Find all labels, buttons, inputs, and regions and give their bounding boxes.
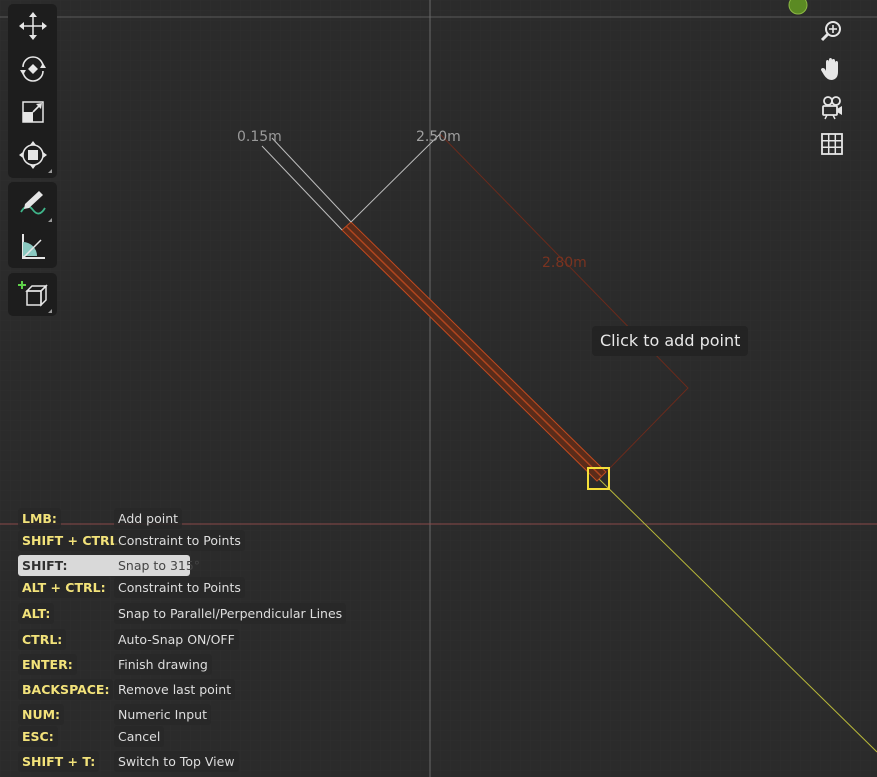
measure-tool-button[interactable] bbox=[11, 226, 54, 266]
hotkey-description: Auto-Snap ON/OFF bbox=[114, 629, 239, 650]
hotkey-key: ALT + CTRL: bbox=[18, 577, 110, 598]
hotkey-description: Switch to Top View bbox=[114, 751, 239, 772]
hotkey-key: BACKSPACE: bbox=[18, 679, 114, 700]
transform-tool-button[interactable] bbox=[11, 135, 54, 175]
hotkey-description: Numeric Input bbox=[114, 704, 211, 725]
add-cube-icon bbox=[17, 281, 48, 307]
navigation-gizmo[interactable] bbox=[788, 0, 808, 15]
annotate-toolbar bbox=[8, 182, 57, 268]
hotkey-key: LMB: bbox=[18, 508, 61, 529]
hotkey-description: Constraint to Points bbox=[114, 530, 245, 551]
hotkey-key: ESC: bbox=[18, 726, 58, 747]
grid-icon bbox=[821, 133, 843, 155]
move-tool-button[interactable] bbox=[11, 6, 54, 46]
hotkey-description: Cancel bbox=[114, 726, 165, 747]
move-icon bbox=[18, 12, 47, 40]
hotkey-key: NUM: bbox=[18, 704, 65, 725]
zoom-button[interactable] bbox=[815, 14, 849, 48]
pan-button[interactable] bbox=[815, 52, 849, 86]
hotkey-description: Finish drawing bbox=[114, 654, 212, 675]
hotkey-description: Snap to Parallel/Perpendicular Lines bbox=[114, 603, 347, 624]
hotkey-key: CTRL: bbox=[18, 629, 67, 650]
add-toolbar bbox=[8, 273, 57, 316]
rotate-icon bbox=[19, 56, 46, 82]
camera-icon bbox=[822, 96, 842, 120]
zoom-in-icon bbox=[820, 21, 841, 42]
length-dimension-label[interactable]: 2.80m bbox=[542, 255, 587, 271]
hotkey-description: Remove last point bbox=[114, 679, 236, 700]
ortho-toggle-button[interactable] bbox=[815, 127, 849, 161]
hotkey-key: ENTER: bbox=[18, 654, 77, 675]
hotkey-description: Constraint to Points bbox=[114, 577, 245, 598]
scale-tool-button[interactable] bbox=[11, 92, 54, 132]
hotkey-key: ALT: bbox=[18, 603, 55, 624]
hotkey-description-active: Snap to 315° bbox=[118, 558, 201, 573]
scale-icon bbox=[21, 101, 44, 123]
hotkey-key: SHIFT + T: bbox=[18, 751, 100, 772]
hotkey-description: Add point bbox=[114, 508, 183, 529]
hotkey-key: SHIFT + CTRL: bbox=[18, 530, 127, 551]
annotate-tool-button[interactable] bbox=[11, 184, 54, 224]
hand-icon bbox=[821, 58, 838, 80]
add-cube-tool-button[interactable] bbox=[11, 275, 54, 315]
transform-icon bbox=[18, 141, 47, 169]
measure-icon bbox=[21, 234, 45, 259]
camera-button[interactable] bbox=[815, 90, 849, 124]
offset-dimension-label[interactable]: 2.50m bbox=[416, 129, 461, 145]
thickness-dimension-label[interactable]: 0.15m bbox=[237, 129, 282, 145]
annotate-pencil-icon bbox=[19, 191, 46, 215]
transform-toolbar bbox=[8, 4, 57, 178]
rotate-tool-button[interactable] bbox=[11, 49, 54, 89]
cursor-tooltip: Click to add point bbox=[592, 326, 749, 356]
